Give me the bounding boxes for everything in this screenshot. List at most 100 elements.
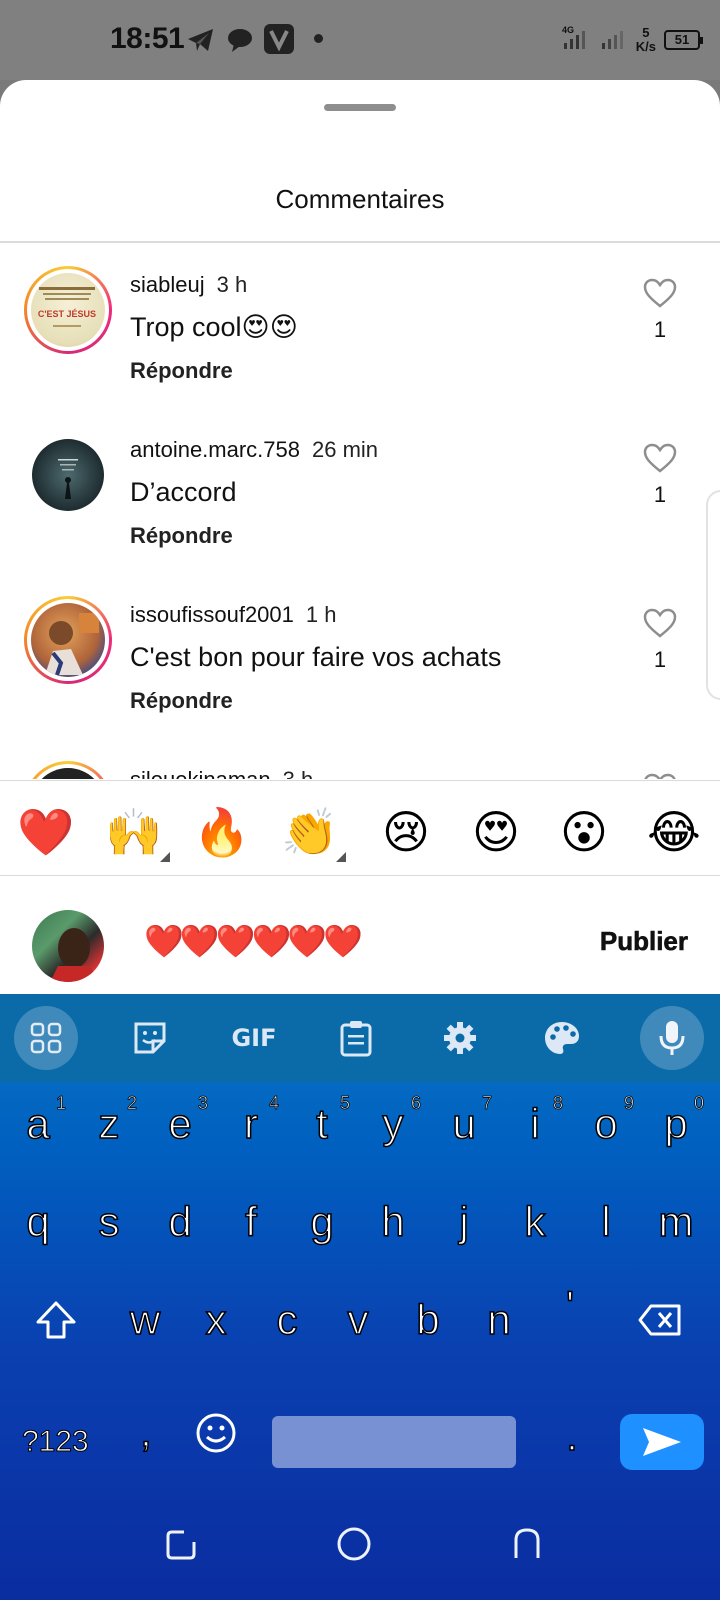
symbols-key[interactable]: ?123 — [22, 1414, 90, 1470]
send-icon — [643, 1428, 681, 1456]
comment-username[interactable]: siableuj — [130, 272, 205, 297]
comment-time: 3 h — [283, 767, 314, 779]
emoji-laughing-button[interactable]: 😂 — [642, 802, 706, 862]
v-app-icon — [264, 24, 294, 59]
comment-header: silouekinaman 3 h — [130, 767, 313, 779]
comments-sheet: Commentaires C'EST JÉSUS siableuj 3 h Tro… — [0, 80, 720, 994]
mic-icon[interactable] — [640, 1006, 704, 1070]
key-v[interactable]: v — [328, 1280, 388, 1360]
key-t[interactable]: t5 — [292, 1084, 352, 1164]
key-c[interactable]: c — [257, 1280, 317, 1360]
key-a[interactable]: a1 — [8, 1084, 68, 1164]
backspace-icon — [638, 1304, 681, 1336]
like-button[interactable]: 1 — [640, 278, 680, 343]
heart-icon — [643, 278, 677, 308]
like-button[interactable]: 1 — [640, 608, 680, 673]
publish-button[interactable]: Publier — [600, 926, 689, 957]
skin-tone-indicator — [336, 852, 346, 862]
key-s[interactable]: s — [79, 1182, 139, 1262]
settings-icon[interactable] — [428, 1006, 492, 1070]
like-count: 1 — [653, 647, 667, 672]
key-l[interactable]: l — [576, 1182, 636, 1262]
emoji-clapping-button[interactable]: 👏 — [278, 802, 346, 862]
emoji-key[interactable] — [186, 1392, 246, 1472]
key-z[interactable]: z2 — [79, 1084, 139, 1164]
clipboard-icon[interactable] — [324, 1006, 388, 1070]
home-icon[interactable] — [336, 1526, 372, 1567]
space-bar[interactable] — [272, 1416, 516, 1468]
avatar[interactable] — [24, 761, 112, 779]
key-f[interactable]: f — [221, 1182, 281, 1262]
divider — [0, 780, 720, 781]
emoji-surprised-button[interactable]: 😮 — [552, 802, 616, 862]
comment-text: Trop cool😍😍 — [130, 312, 298, 342]
comment-input[interactable]: ❤️❤️❤️❤️❤️❤️ — [144, 922, 363, 960]
key-o[interactable]: o9 — [576, 1084, 636, 1164]
key-j[interactable]: j — [434, 1182, 494, 1262]
avatar-text: C'EST JÉSUS — [38, 309, 96, 319]
avatar-image — [45, 613, 99, 676]
key-r[interactable]: r4 — [221, 1084, 281, 1164]
key-d[interactable]: d — [150, 1182, 210, 1262]
key-h[interactable]: h — [363, 1182, 423, 1262]
emoji-icon — [196, 1413, 236, 1453]
comment-item: C'EST JÉSUS siableuj 3 h Trop cool😍😍 Répo… — [0, 242, 720, 402]
key-m[interactable]: m — [646, 1182, 706, 1262]
avatar-image — [50, 928, 98, 982]
key-w[interactable]: w — [115, 1280, 175, 1360]
key-p[interactable]: p0 — [646, 1084, 706, 1164]
shift-key[interactable] — [26, 1280, 86, 1360]
key-i[interactable]: i8 — [505, 1084, 565, 1164]
key-g[interactable]: g — [292, 1182, 352, 1262]
avatar[interactable]: C'EST JÉSUS — [24, 266, 112, 354]
emoji-heart-eyes-button[interactable]: 😍 — [464, 802, 528, 862]
key-u[interactable]: u7 — [434, 1084, 494, 1164]
status-time: 18:51 — [110, 22, 185, 55]
quick-emoji-bar: ❤️ 🙌 🔥 👏 😢 😍 😮 😂 — [0, 792, 720, 864]
key-b[interactable]: b — [398, 1280, 458, 1360]
comment-item: silouekinaman 3 h — [0, 737, 720, 779]
like-button[interactable]: 1 — [640, 443, 680, 508]
back-icon[interactable] — [510, 1526, 544, 1567]
palette-icon[interactable] — [530, 1006, 594, 1070]
emoji-heart-button[interactable]: ❤️ — [14, 802, 78, 862]
drag-handle[interactable] — [324, 104, 396, 111]
backspace-key[interactable] — [630, 1280, 690, 1360]
send-key[interactable] — [620, 1414, 704, 1470]
key-q[interactable]: q — [8, 1182, 68, 1262]
emoji-crying-button[interactable]: 😢 — [374, 802, 438, 862]
comment-username[interactable]: issoufissouf2001 — [130, 602, 294, 627]
sticker-icon[interactable] — [118, 1006, 182, 1070]
period-key[interactable]: . — [542, 1396, 602, 1476]
key-k[interactable]: k — [505, 1182, 565, 1262]
recents-icon[interactable] — [164, 1528, 198, 1567]
key-e[interactable]: e3 — [150, 1084, 210, 1164]
gif-button[interactable]: GIF — [222, 1006, 286, 1070]
key-n[interactable]: n — [469, 1280, 529, 1360]
status-bar: 18:51 4G 5 K/s 51 — [0, 0, 720, 80]
emoji-raising-hands-button[interactable]: 🙌 — [102, 802, 170, 862]
comment-item: issoufissouf2001 1 h C'est bon pour faire… — [0, 572, 720, 732]
like-button[interactable] — [640, 773, 680, 779]
comment-time: 26 min — [312, 437, 379, 462]
key-x[interactable]: x — [186, 1280, 246, 1360]
comment-text: D’accord — [130, 477, 237, 507]
comment-username[interactable]: silouekinaman — [130, 767, 271, 779]
key-apostrophe[interactable]: ' — [540, 1266, 600, 1346]
avatar[interactable] — [32, 439, 104, 511]
like-count: 1 — [653, 317, 667, 342]
scroll-indicator[interactable] — [706, 490, 720, 700]
apps-icon[interactable] — [14, 1006, 78, 1070]
emoji-fire-button[interactable]: 🔥 — [190, 802, 254, 862]
avatar[interactable] — [24, 596, 112, 684]
comment-time: 3 h — [216, 272, 248, 297]
comma-key[interactable]: , — [116, 1392, 176, 1472]
key-y[interactable]: y6 — [363, 1084, 423, 1164]
shift-icon — [36, 1301, 76, 1339]
reply-button[interactable]: Répondre — [130, 358, 233, 384]
reply-button[interactable]: Répondre — [130, 688, 233, 714]
comment-header: issoufissouf2001 1 h — [130, 602, 336, 628]
comment-username[interactable]: antoine.marc.758 — [130, 437, 300, 462]
signal-icon — [600, 25, 628, 56]
reply-button[interactable]: Répondre — [130, 523, 233, 549]
